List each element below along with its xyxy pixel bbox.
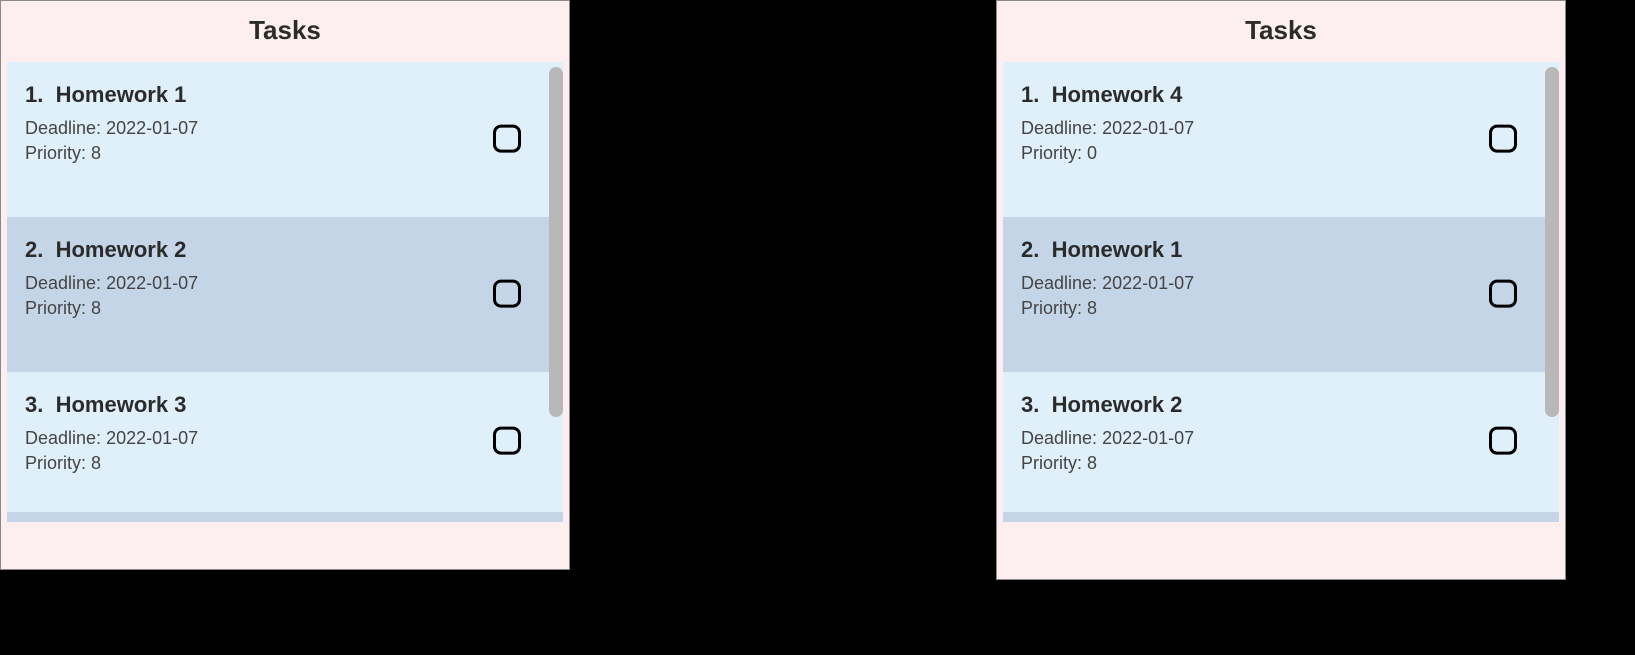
- tasks-panel-left: Tasks 1. Homework 1 Deadline: 2022-01-07…: [0, 0, 570, 570]
- task-index: 3.: [25, 392, 43, 417]
- priority-label: Priority:: [25, 143, 86, 163]
- task-name: Homework 1: [56, 82, 187, 107]
- deadline-label: Deadline:: [25, 273, 101, 293]
- connector-line: [570, 430, 995, 432]
- tasks-panel-right: Tasks 1. Homework 4 Deadline: 2022-01-07…: [996, 0, 1566, 580]
- task-list: 1. Homework 4 Deadline: 2022-01-07 Prior…: [1003, 62, 1559, 522]
- priority-label: Priority:: [25, 453, 86, 473]
- deadline-label: Deadline:: [25, 428, 101, 448]
- task-checkbox[interactable]: [493, 427, 521, 455]
- panel-title: Tasks: [249, 15, 321, 45]
- priority-label: Priority:: [1021, 453, 1082, 473]
- panel-header: Tasks: [1, 1, 569, 62]
- task-checkbox[interactable]: [1489, 279, 1517, 307]
- task-checkbox[interactable]: [493, 124, 521, 152]
- priority-label: Priority:: [25, 298, 86, 318]
- task-name: Homework 1: [1052, 237, 1183, 262]
- scrollbar-track[interactable]: [1545, 67, 1559, 569]
- deadline-value: 2022-01-07: [1102, 428, 1194, 448]
- task-index: 2.: [25, 237, 43, 262]
- priority-value: 8: [1087, 453, 1097, 473]
- deadline-value: 2022-01-07: [1102, 273, 1194, 293]
- panel-title: Tasks: [1245, 15, 1317, 45]
- task-checkbox[interactable]: [1489, 427, 1517, 455]
- task-name: Homework 3: [56, 392, 187, 417]
- deadline-value: 2022-01-07: [106, 428, 198, 448]
- deadline-label: Deadline:: [1021, 273, 1097, 293]
- task-checkbox[interactable]: [1489, 124, 1517, 152]
- task-index: 1.: [25, 82, 43, 107]
- task-item-partial[interactable]: [7, 512, 563, 522]
- task-item[interactable]: 2. Homework 1 Deadline: 2022-01-07 Prior…: [1003, 217, 1559, 372]
- deadline-label: Deadline:: [25, 118, 101, 138]
- priority-value: 8: [1087, 298, 1097, 318]
- priority-value: 0: [1087, 143, 1097, 163]
- priority-value: 8: [91, 298, 101, 318]
- task-name: Homework 2: [56, 237, 187, 262]
- task-name: Homework 4: [1052, 82, 1183, 107]
- priority-label: Priority:: [1021, 143, 1082, 163]
- priority-label: Priority:: [1021, 298, 1082, 318]
- task-index: 3.: [1021, 392, 1039, 417]
- priority-value: 8: [91, 453, 101, 473]
- priority-value: 8: [91, 143, 101, 163]
- scrollbar-thumb[interactable]: [1545, 67, 1559, 417]
- task-item[interactable]: 3. Homework 3 Deadline: 2022-01-07 Prior…: [7, 372, 563, 512]
- task-item[interactable]: 2. Homework 2 Deadline: 2022-01-07 Prior…: [7, 217, 563, 372]
- task-item[interactable]: 1. Homework 1 Deadline: 2022-01-07 Prior…: [7, 62, 563, 217]
- deadline-value: 2022-01-07: [1102, 118, 1194, 138]
- task-index: 2.: [1021, 237, 1039, 262]
- task-item[interactable]: 3. Homework 2 Deadline: 2022-01-07 Prior…: [1003, 372, 1559, 512]
- panel-header: Tasks: [997, 1, 1565, 62]
- scrollbar-track[interactable]: [549, 67, 563, 559]
- task-name: Homework 2: [1052, 392, 1183, 417]
- task-item[interactable]: 1. Homework 4 Deadline: 2022-01-07 Prior…: [1003, 62, 1559, 217]
- deadline-label: Deadline:: [1021, 118, 1097, 138]
- task-list: 1. Homework 1 Deadline: 2022-01-07 Prior…: [7, 62, 563, 522]
- task-index: 1.: [1021, 82, 1039, 107]
- scrollbar-thumb[interactable]: [549, 67, 563, 417]
- deadline-value: 2022-01-07: [106, 118, 198, 138]
- deadline-value: 2022-01-07: [106, 273, 198, 293]
- task-checkbox[interactable]: [493, 279, 521, 307]
- task-item-partial[interactable]: [1003, 512, 1559, 522]
- deadline-label: Deadline:: [1021, 428, 1097, 448]
